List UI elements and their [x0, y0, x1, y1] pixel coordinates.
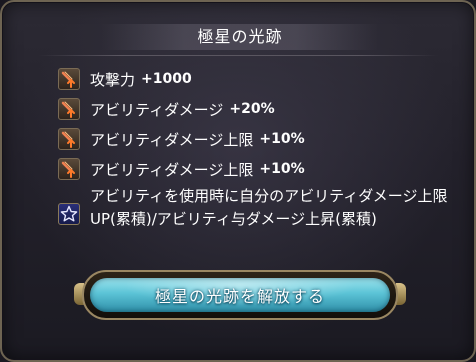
effect-row: 攻撃力 +1000 [58, 66, 192, 92]
effect-row: アビリティダメージ +20% [58, 96, 275, 122]
special-effect-text: アビリティを使用時に自分のアビリティダメージ上限UP(累積)/アビリティ与ダメー… [90, 187, 448, 228]
unlock-button[interactable]: 極星の光跡を解放する [82, 270, 398, 320]
sword-up-icon [58, 128, 80, 150]
effect-label: 攻撃力 [90, 70, 136, 89]
effect-value: +1000 [141, 71, 192, 87]
sword-up-icon [58, 98, 80, 120]
panel-title-bar: 極星の光跡 [102, 24, 378, 50]
effect-value: +20% [229, 101, 275, 117]
effect-row: アビリティダメージ上限 +10% [58, 126, 305, 152]
effect-value: +10% [259, 161, 305, 177]
sword-up-icon [58, 68, 80, 90]
unlock-button-face[interactable]: 極星の光跡を解放する [90, 278, 390, 312]
skill-panel: 極星の光跡 攻撃力 +1000 アビリティダメージ +20% アビリティダメージ… [0, 0, 476, 362]
effect-value: +10% [259, 131, 305, 147]
title-divider [38, 55, 438, 56]
sword-up-icon [58, 158, 80, 180]
effect-label: アビリティダメージ上限 [90, 160, 254, 179]
effect-label: アビリティダメージ [90, 100, 224, 119]
star-icon [58, 203, 80, 225]
panel-title: 極星の光跡 [197, 27, 283, 46]
unlock-button-label: 極星の光跡を解放する [154, 287, 325, 306]
effect-label: アビリティダメージ上限 [90, 130, 254, 149]
effect-row: アビリティダメージ上限 +10% [58, 156, 305, 182]
